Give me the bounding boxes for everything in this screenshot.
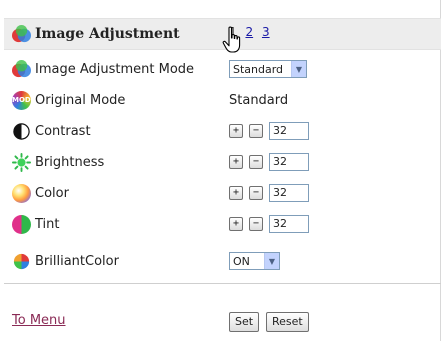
row-contrast: Contrast + − 32 (12, 115, 440, 147)
image-adjustment-icon (12, 24, 31, 42)
tint-input[interactable]: 32 (269, 215, 309, 233)
row-brilliantcolor: BrilliantColor ON ▼ (12, 245, 440, 277)
brilliantcolor-label: BrilliantColor (35, 253, 119, 269)
row-brightness: Brightness + − 32 (12, 146, 440, 178)
chevron-down-icon[interactable]: ▼ (291, 61, 306, 77)
row-color: Color + − 32 (12, 177, 440, 209)
brightness-plus-button[interactable]: + (229, 155, 243, 169)
brightness-input[interactable]: 32 (269, 153, 309, 171)
row-image-adjustment-mode: Image Adjustment Mode Standard ▼ (12, 53, 440, 85)
brilliantcolor-icon (13, 253, 30, 269)
color-minus-button[interactable]: − (249, 186, 263, 200)
contrast-plus-button[interactable]: + (229, 124, 243, 138)
set-button[interactable]: Set (229, 312, 260, 332)
to-menu-link[interactable]: To Menu (12, 313, 66, 328)
image-adjustment-mode-select[interactable]: Standard ▼ (229, 60, 307, 78)
tint-minus-button[interactable]: − (249, 217, 263, 231)
divider (4, 283, 441, 284)
page-link-3[interactable]: 3 (262, 25, 270, 39)
contrast-icon (13, 122, 30, 140)
original-mode-icon: MODE (12, 90, 36, 110)
color-plus-button[interactable]: + (229, 186, 243, 200)
color-input[interactable]: 32 (269, 184, 309, 202)
chevron-down-icon[interactable]: ▼ (264, 253, 279, 269)
reset-button[interactable]: Reset (266, 312, 309, 332)
image-adjustment-panel: Image Adjustment 1 2 3 Image Adjustment … (0, 0, 441, 341)
brightness-minus-button[interactable]: − (249, 155, 263, 169)
brightness-label: Brightness (35, 154, 105, 170)
image-adjustment-mode-icon (12, 59, 31, 77)
contrast-minus-button[interactable]: − (249, 124, 263, 138)
original-mode-label: Original Mode (35, 92, 126, 108)
tint-label: Tint (35, 216, 60, 232)
tint-plus-button[interactable]: + (229, 217, 243, 231)
hand-cursor-icon (222, 26, 241, 53)
original-mode-value: Standard (229, 92, 289, 108)
image-adjustment-mode-value: Standard (233, 62, 284, 76)
color-icon (12, 183, 31, 203)
brilliantcolor-select[interactable]: ON ▼ (229, 252, 280, 270)
page-link-2[interactable]: 2 (245, 25, 253, 39)
contrast-input[interactable]: 32 (269, 122, 309, 140)
brightness-icon (12, 152, 31, 172)
row-original-mode: MODE Original Mode Standard (12, 84, 440, 116)
image-adjustment-mode-label: Image Adjustment Mode (35, 61, 195, 77)
color-label: Color (35, 185, 69, 201)
tint-icon (12, 214, 31, 234)
brilliantcolor-value: ON (233, 254, 250, 268)
page-title: Image Adjustment (35, 26, 180, 42)
contrast-label: Contrast (35, 123, 91, 139)
row-tint: Tint + − 32 (12, 208, 440, 240)
